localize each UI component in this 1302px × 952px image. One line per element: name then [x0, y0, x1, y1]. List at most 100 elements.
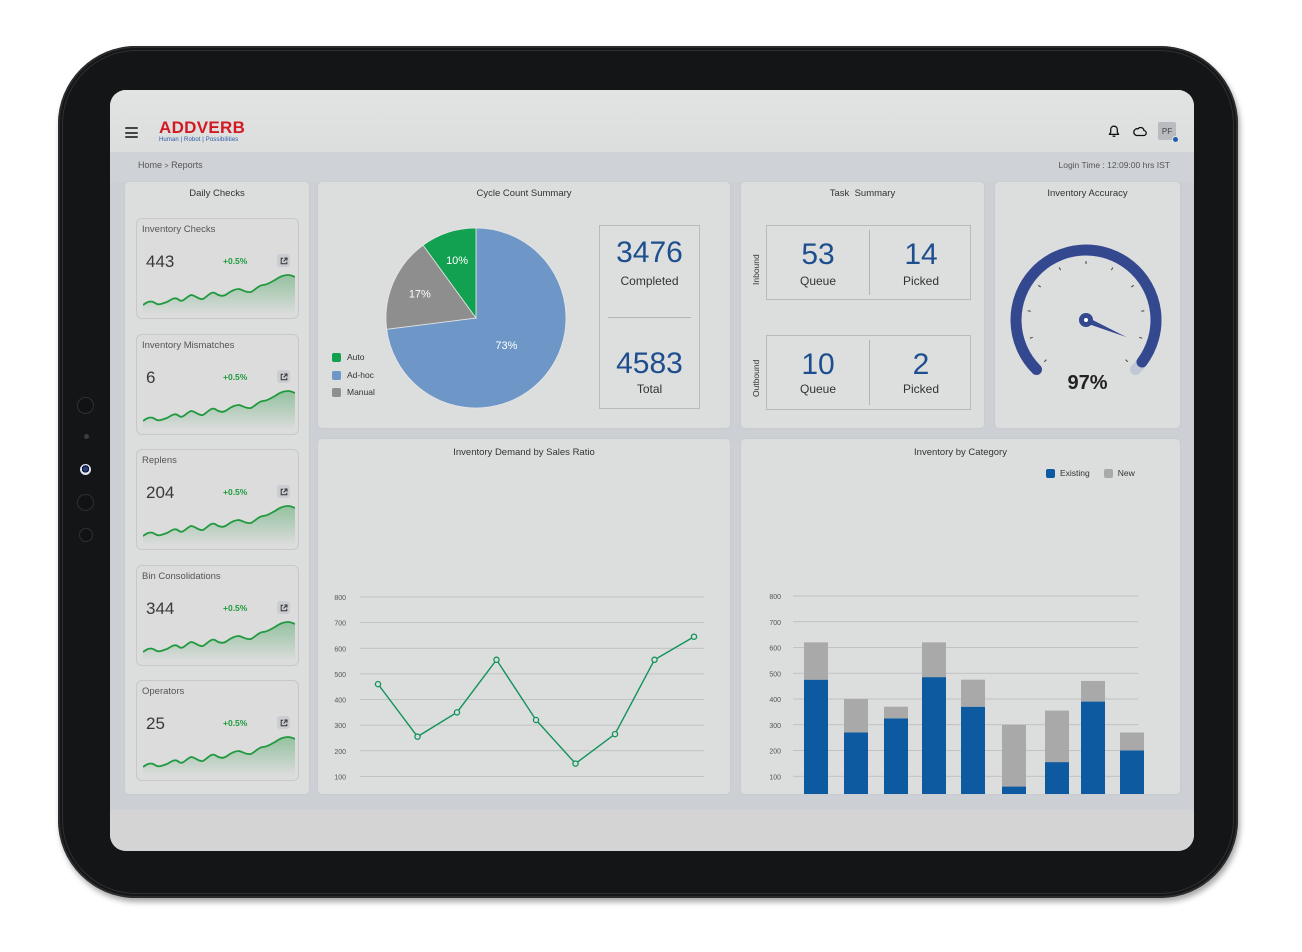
legend-auto: Auto — [332, 352, 365, 362]
bar-existing — [844, 732, 868, 794]
data-point — [651, 656, 658, 664]
login-time: Login Time : 12:09:00 hrs IST — [1058, 160, 1170, 170]
outbound-picked-label: Picked — [902, 382, 940, 396]
kpi-label: Inventory Mismatches — [142, 340, 235, 351]
bar-new — [1120, 732, 1144, 751]
totals-divider — [608, 317, 691, 318]
data-point — [374, 680, 382, 688]
task-summary-panel: Task Summary Inbound 53 Queue 14 Picked … — [741, 182, 984, 428]
completed-label: Completed — [620, 274, 679, 288]
y-tick-label: 200 — [769, 749, 781, 756]
y-tick-label: 700 — [769, 620, 781, 627]
demand-line — [377, 636, 695, 765]
legend-swatch-auto — [332, 352, 341, 362]
breadcrumb-home[interactable]: Home — [138, 160, 162, 170]
external-link-icon[interactable] — [277, 370, 290, 383]
inbound-picked[interactable]: 14 Picked — [870, 226, 972, 299]
y-tick-label: 400 — [334, 698, 346, 705]
header-actions: PF — [1106, 122, 1179, 143]
brand-name: ADDVERB — [159, 118, 246, 137]
kpi-delta: +0.5% — [223, 256, 248, 266]
bar-new — [1002, 724, 1026, 787]
camera-ring — [77, 494, 94, 511]
gauge-tick — [1131, 284, 1135, 288]
sparkline — [143, 390, 295, 430]
kpi-card[interactable]: Inventory Checks 443 +0.5% — [136, 218, 299, 319]
outbound-queue[interactable]: 10 Queue — [767, 336, 869, 409]
sub-header — [110, 152, 1194, 182]
kpi-delta: +0.5% — [223, 603, 248, 613]
gauge-tick — [1029, 336, 1033, 339]
legend-swatch-manual — [332, 387, 341, 397]
gauge-tick — [1139, 336, 1143, 339]
y-tick-label: 400 — [769, 697, 781, 704]
kpi-delta: +0.5% — [223, 487, 248, 497]
y-tick-label: 300 — [769, 723, 781, 730]
bar-existing — [961, 706, 985, 794]
brand-logo: ADDVERB Human | Robot | Possibilities — [159, 119, 245, 143]
y-tick-label: 500 — [769, 671, 781, 678]
y-tick-label: 100 — [769, 774, 781, 781]
external-link-icon[interactable] — [277, 485, 290, 498]
y-tick-label: 600 — [769, 646, 781, 653]
user-avatar[interactable]: PF — [1158, 122, 1179, 143]
brand-tagline: Human | Robot | Possibilities — [159, 137, 239, 143]
hamburger-icon[interactable] — [125, 127, 138, 138]
outbound-queue-label: Queue — [799, 382, 837, 396]
inventory-accuracy-panel: Inventory Accuracy 97% — [995, 182, 1180, 428]
kpi-card[interactable]: Inventory Mismatches 6 +0.5% — [136, 334, 299, 435]
kpi-card[interactable]: Bin Consolidations 344 +0.5% — [136, 565, 299, 666]
kpi-label: Inventory Checks — [142, 224, 216, 235]
gauge-hub-center — [1084, 318, 1088, 322]
cycle-count-totals-box: 3476 Completed 4583 Total — [599, 225, 700, 409]
data-point — [414, 733, 421, 740]
outbound-box: 10 Queue 2 Picked — [766, 335, 971, 410]
outbound-queue-value: 10 — [801, 348, 835, 381]
bar-new — [844, 699, 868, 733]
cycle-count-panel: Cycle Count Summary 73% 17% 10% Auto Ad-ho… — [318, 182, 730, 428]
y-tick-label: 100 — [334, 774, 346, 781]
gauge-tick — [1110, 267, 1114, 271]
sparkline — [143, 621, 295, 661]
inbound-queue[interactable]: 53 Queue — [767, 226, 869, 299]
cloud-icon[interactable] — [1132, 123, 1148, 139]
bar-existing — [922, 677, 946, 794]
external-link-icon[interactable] — [277, 716, 290, 729]
camera-ring — [79, 528, 93, 542]
y-tick-label: 200 — [334, 749, 346, 756]
kpi-card[interactable]: Replens 204 +0.5% — [136, 449, 299, 550]
daily-checks-title: Daily Checks — [189, 188, 245, 199]
bar-new — [804, 642, 828, 680]
kpi-label: Replens — [142, 455, 177, 466]
breadcrumb: Home > Reports — [138, 160, 203, 170]
pie-label: 10% — [446, 255, 468, 267]
breadcrumb-separator: > — [164, 163, 169, 170]
inbound-picked-value: 14 — [904, 238, 938, 271]
bell-icon[interactable] — [1106, 123, 1122, 139]
y-tick-label: 500 — [334, 672, 346, 679]
legend-label-auto: Auto — [347, 352, 365, 362]
external-link-icon[interactable] — [277, 601, 290, 614]
daily-checks-panel: Daily Checks Inventory Checks 443 +0.5% … — [125, 182, 309, 794]
data-point — [453, 709, 461, 716]
y-tick-label: 800 — [334, 595, 346, 602]
pie-label: 17% — [409, 289, 431, 301]
sensor-dot — [84, 434, 89, 439]
kpi-label: Bin Consolidations — [142, 571, 221, 582]
bar-new — [884, 706, 908, 719]
avatar-initials: PF — [1161, 126, 1173, 136]
pie-label: 73% — [495, 340, 517, 352]
legend-adhoc: Ad-hoc — [332, 370, 374, 380]
accuracy-value: 97% — [1067, 372, 1108, 394]
gauge-tick — [1037, 284, 1041, 288]
kpi-card[interactable]: Operators 25 +0.5% — [136, 680, 299, 781]
outbound-picked[interactable]: 2 Picked — [870, 336, 972, 409]
kpi-delta: +0.5% — [223, 372, 248, 382]
sparkline — [143, 736, 295, 776]
category-chart-panel: Inventory by Category Existing New 01002… — [741, 439, 1180, 794]
inbound-box: 53 Queue 14 Picked — [766, 225, 971, 300]
inbound-label: Inbound — [751, 254, 761, 285]
external-link-icon[interactable] — [277, 254, 290, 267]
kpi-label: Operators — [142, 686, 185, 697]
bar-existing — [1081, 701, 1105, 794]
